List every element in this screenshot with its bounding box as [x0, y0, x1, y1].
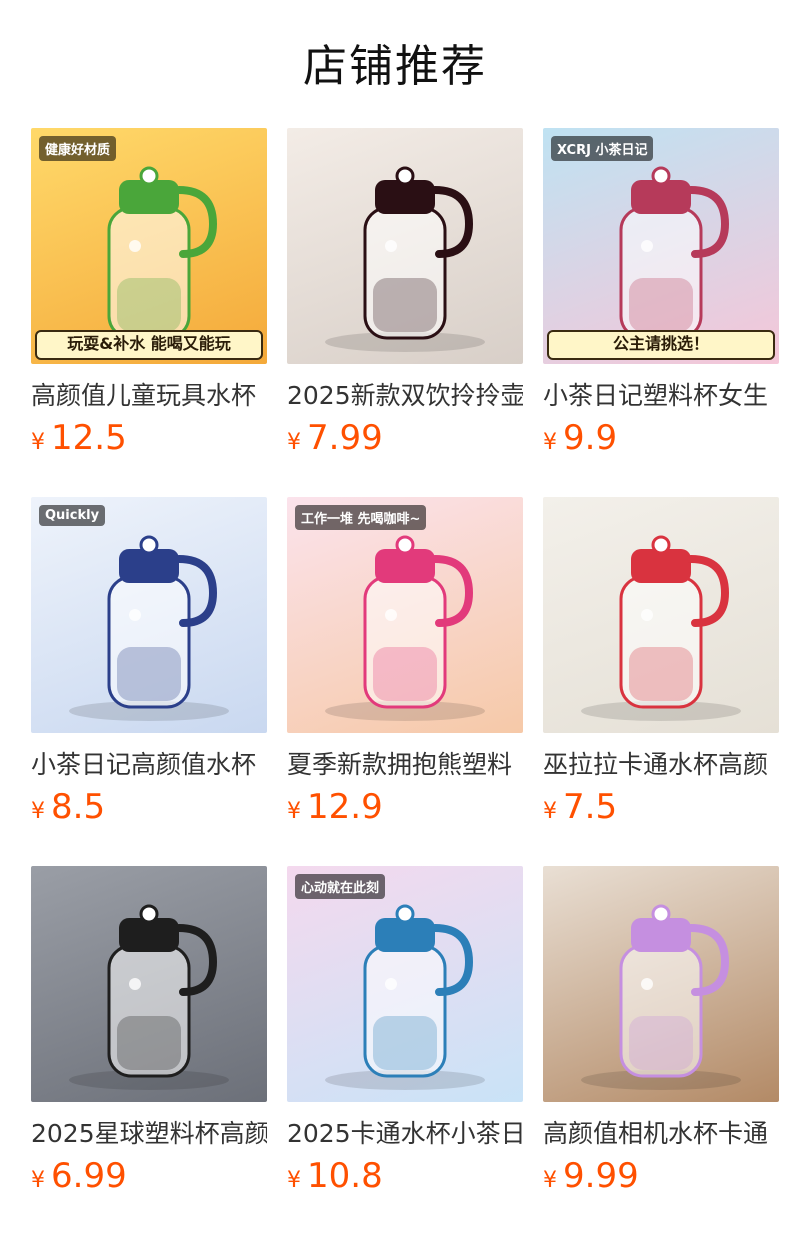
product-card[interactable]: 心动就在此刻 2025卡通水杯小茶日 ¥10.8	[287, 866, 523, 1235]
currency-symbol: ¥	[287, 430, 301, 455]
camera-bottle-icon	[581, 904, 741, 1090]
product-card[interactable]: 工作一堆 先喝咖啡~ 夏季新款拥抱熊塑料 ¥12.9	[287, 497, 523, 866]
product-card[interactable]: 2025星球塑料杯高颜 ¥6.99	[31, 866, 267, 1235]
product-card[interactable]: 巫拉拉卡通水杯高颜 ¥7.5	[543, 497, 779, 866]
product-name[interactable]: 高颜值儿童玩具水杯	[31, 380, 267, 412]
kettle-bottle-icon	[325, 166, 485, 352]
kids-bottle-icon	[325, 904, 485, 1090]
price-value: 7.99	[307, 418, 383, 458]
product-image[interactable]	[543, 497, 779, 733]
product-card[interactable]: 高颜值相机水杯卡通 ¥9.99	[543, 866, 779, 1235]
product-name[interactable]: 2025卡通水杯小茶日	[287, 1118, 523, 1150]
currency-symbol: ¥	[543, 1168, 557, 1193]
price-value: 6.99	[51, 1156, 127, 1196]
bear-cup-icon	[325, 535, 485, 721]
currency-symbol: ¥	[543, 799, 557, 824]
product-image[interactable]: 工作一堆 先喝咖啡~	[287, 497, 523, 733]
product-name[interactable]: 2025星球塑料杯高颜	[31, 1118, 267, 1150]
image-banner-text: 公主请挑选！	[547, 330, 775, 360]
currency-symbol: ¥	[287, 1168, 301, 1193]
page-title: 店铺推荐	[303, 41, 487, 92]
straw-cup-icon	[581, 166, 741, 352]
product-price: ¥7.5	[543, 787, 779, 827]
sport-bottle-icon	[69, 535, 229, 721]
image-overlay-label: XCRJ 小茶日记	[551, 136, 654, 161]
product-card[interactable]: XCRJ 小茶日记公主请挑选！ 小茶日记塑料杯女生 ¥9.9	[543, 128, 779, 497]
currency-symbol: ¥	[287, 799, 301, 824]
product-grid: 健康好材质玩耍&补水 能喝又能玩 高颜值儿童玩具水杯 ¥12.5 2025新款双饮拎拎…	[31, 128, 779, 1235]
product-card[interactable]: 健康好材质玩耍&补水 能喝又能玩 高颜值儿童玩具水杯 ¥12.5	[31, 128, 267, 497]
product-name[interactable]: 高颜值相机水杯卡通	[543, 1118, 779, 1150]
product-image[interactable]: Quickly	[31, 497, 267, 733]
product-image[interactable]: 心动就在此刻	[287, 866, 523, 1102]
product-name[interactable]: 小茶日记高颜值水杯	[31, 749, 267, 781]
image-overlay-label: 健康好材质	[39, 136, 117, 161]
product-price: ¥12.9	[287, 787, 523, 827]
image-banner-text: 玩耍&补水 能喝又能玩	[35, 330, 263, 360]
product-price: ¥8.5	[31, 787, 267, 827]
image-overlay-label: Quickly	[39, 505, 106, 526]
product-price: ¥9.99	[543, 1156, 779, 1196]
cartoon-bottle-icon	[581, 535, 741, 721]
product-price: ¥9.9	[543, 418, 779, 458]
product-name[interactable]: 2025新款双饮拎拎壶	[287, 380, 523, 412]
product-name[interactable]: 小茶日记塑料杯女生	[543, 380, 779, 412]
product-card[interactable]: Quickly 小茶日记高颜值水杯 ¥8.5	[31, 497, 267, 866]
product-price: ¥6.99	[31, 1156, 267, 1196]
product-price: ¥7.99	[287, 418, 523, 458]
image-overlay-label: 心动就在此刻	[295, 874, 386, 899]
price-value: 10.8	[307, 1156, 383, 1196]
price-value: 9.9	[563, 418, 618, 458]
clear-bottle-icon	[69, 904, 229, 1090]
product-image[interactable]: 健康好材质玩耍&补水 能喝又能玩	[31, 128, 267, 364]
product-price: ¥10.8	[287, 1156, 523, 1196]
product-image[interactable]	[543, 866, 779, 1102]
product-image[interactable]	[287, 128, 523, 364]
price-value: 12.5	[51, 418, 127, 458]
price-value: 9.99	[563, 1156, 639, 1196]
currency-symbol: ¥	[31, 430, 45, 455]
price-value: 7.5	[563, 787, 618, 827]
product-name[interactable]: 夏季新款拥抱熊塑料	[287, 749, 523, 781]
image-overlay-label: 工作一堆 先喝咖啡~	[295, 505, 427, 530]
product-name[interactable]: 巫拉拉卡通水杯高颜	[543, 749, 779, 781]
product-price: ¥12.5	[31, 418, 267, 458]
product-image[interactable]	[31, 866, 267, 1102]
price-value: 12.9	[307, 787, 383, 827]
toy-bottle-icon	[69, 166, 229, 352]
product-card[interactable]: 2025新款双饮拎拎壶 ¥7.99	[287, 128, 523, 497]
price-value: 8.5	[51, 787, 106, 827]
currency-symbol: ¥	[543, 430, 557, 455]
currency-symbol: ¥	[31, 799, 45, 824]
product-image[interactable]: XCRJ 小茶日记公主请挑选！	[543, 128, 779, 364]
currency-symbol: ¥	[31, 1168, 45, 1193]
